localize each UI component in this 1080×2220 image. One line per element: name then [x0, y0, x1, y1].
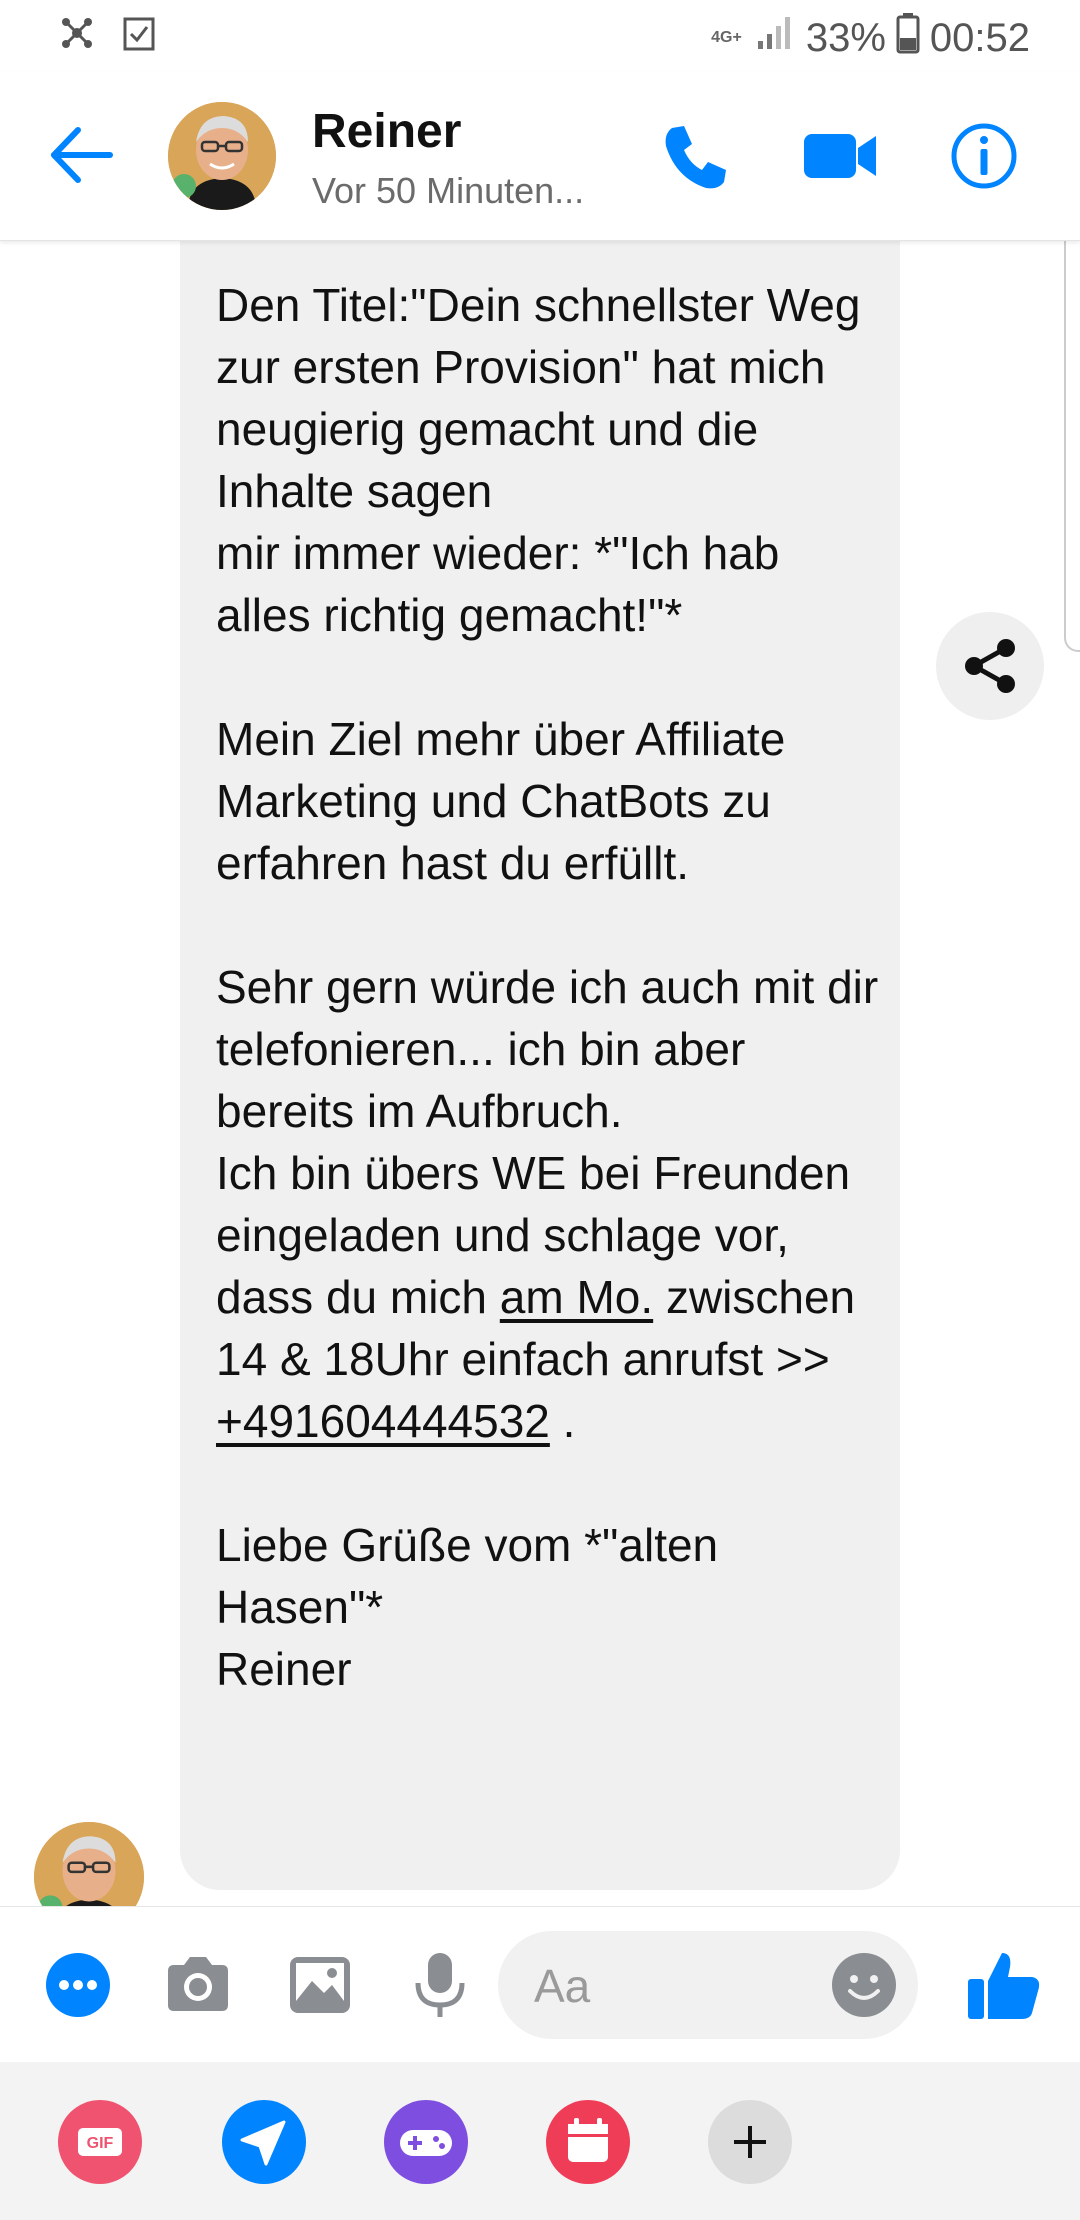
- plus-icon: [734, 2126, 766, 2158]
- emoji-icon[interactable]: [830, 1951, 898, 2019]
- phone-number-link[interactable]: +491604444532: [216, 1395, 550, 1447]
- avatar[interactable]: [168, 102, 276, 210]
- clock: 00:52: [929, 15, 1030, 60]
- thumbs-up-icon[interactable]: [964, 1945, 1044, 2025]
- date-link[interactable]: am Mo.: [500, 1271, 653, 1323]
- phone-icon[interactable]: [658, 118, 734, 194]
- conversation-header: Reiner Vor 50 Minuten...: [0, 72, 1080, 241]
- message-input-placeholder: Aa: [534, 1960, 591, 2012]
- status-bar: 4G+ 33% 00:52: [0, 0, 1080, 72]
- signal-icon: [756, 15, 796, 61]
- message-paragraph-3c: .: [549, 1395, 576, 1447]
- message-paragraph-2: Mein Ziel mehr über Affiliate Marketing …: [216, 713, 799, 889]
- scroll-handle[interactable]: [1064, 240, 1080, 652]
- gallery-icon[interactable]: [284, 1949, 356, 2021]
- app-network-icon: [58, 14, 96, 57]
- games-button[interactable]: [384, 2100, 468, 2184]
- message-list[interactable]: Den Titel:"Dein schnellster Weg zur erst…: [0, 240, 1080, 1906]
- checkbox-icon: [122, 14, 156, 57]
- message-paragraph-1: Den Titel:"Dein schnellster Weg zur erst…: [216, 279, 861, 641]
- message-bubble[interactable]: Den Titel:"Dein schnellster Weg zur erst…: [180, 240, 900, 1890]
- microphone-icon[interactable]: [404, 1949, 476, 2021]
- battery-icon: [896, 12, 920, 64]
- location-arrow-icon: [240, 2120, 286, 2166]
- message-input[interactable]: Aa: [498, 1931, 918, 2039]
- network-type: 4G+: [711, 29, 742, 46]
- share-button[interactable]: [936, 612, 1044, 720]
- sender-avatar[interactable]: [34, 1822, 144, 1906]
- message-text: Den Titel:"Dein schnellster Weg zur erst…: [216, 274, 886, 1700]
- contact-name[interactable]: Reiner: [312, 104, 461, 159]
- gif-icon: GIF: [78, 2128, 122, 2156]
- extensions-tray: GIF: [0, 2062, 1080, 2220]
- share-icon: [965, 639, 1015, 693]
- info-icon[interactable]: [946, 118, 1022, 194]
- composer-bar: Aa: [0, 1906, 1080, 2063]
- more-icon[interactable]: [42, 1949, 114, 2021]
- camera-icon[interactable]: [162, 1949, 234, 2021]
- back-arrow-icon[interactable]: [46, 120, 116, 190]
- video-camera-icon[interactable]: [800, 118, 876, 194]
- calendar-button[interactable]: [546, 2100, 630, 2184]
- gif-button[interactable]: GIF: [58, 2100, 142, 2184]
- location-button[interactable]: [222, 2100, 306, 2184]
- message-paragraph-3: Sehr gern würde ich auch mit dir telefon…: [216, 961, 879, 1323]
- battery-percent: 33%: [805, 15, 886, 60]
- more-extensions-button[interactable]: [708, 2100, 792, 2184]
- game-controller-icon: [400, 2130, 452, 2156]
- calendar-icon: [568, 2118, 608, 2162]
- message-paragraph-4: Liebe Grüße vom *"alten Hasen"* Reiner: [216, 1519, 719, 1695]
- contact-status: Vor 50 Minuten...: [312, 170, 585, 211]
- gif-label: GIF: [87, 2135, 114, 2152]
